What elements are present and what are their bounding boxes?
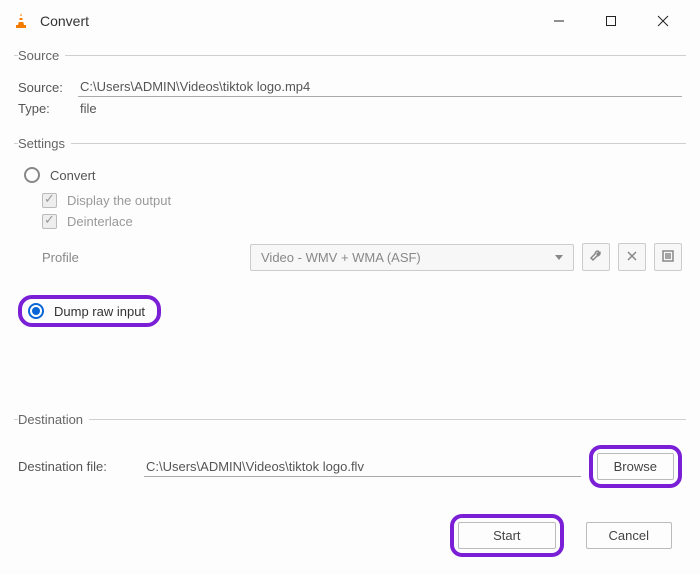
content-area: Source Source: Type: file Settings Conve… <box>0 42 700 575</box>
display-output-label: Display the output <box>67 193 171 208</box>
source-group: Source Source: Type: file <box>14 48 686 130</box>
wrench-icon <box>589 249 603 266</box>
profile-value: Video - WMV + WMA (ASF) <box>261 250 421 265</box>
profile-delete-button[interactable] <box>618 243 646 271</box>
deinterlace-label: Deinterlace <box>67 214 133 229</box>
close-button[interactable] <box>646 7 680 35</box>
browse-highlight: Browse <box>589 445 682 488</box>
deinterlace-row[interactable]: Deinterlace <box>42 214 682 229</box>
cancel-button[interactable]: Cancel <box>586 522 672 549</box>
destination-label: Destination file: <box>18 459 136 474</box>
convert-radio-label: Convert <box>50 168 96 183</box>
start-highlight: Start <box>450 514 563 557</box>
type-value: file <box>78 101 97 116</box>
profile-edit-button[interactable] <box>582 243 610 271</box>
type-label: Type: <box>18 101 78 116</box>
maximize-button[interactable] <box>594 7 628 35</box>
source-input[interactable] <box>78 77 682 97</box>
settings-legend: Settings <box>18 136 71 151</box>
browse-button[interactable]: Browse <box>597 453 674 480</box>
destination-group: Destination Destination file: Browse <box>14 412 686 502</box>
source-label: Source: <box>18 80 78 95</box>
dump-raw-label: Dump raw input <box>54 304 145 319</box>
deinterlace-checkbox[interactable] <box>42 214 57 229</box>
settings-group: Settings Convert Display the output Dein… <box>14 136 686 406</box>
profile-new-button[interactable] <box>654 243 682 271</box>
new-profile-icon <box>661 249 675 266</box>
dump-raw-radio[interactable] <box>28 303 44 319</box>
minimize-button[interactable] <box>542 7 576 35</box>
profile-label: Profile <box>42 250 242 265</box>
window-title: Convert <box>40 13 542 29</box>
display-output-row[interactable]: Display the output <box>42 193 682 208</box>
vlc-cone-icon <box>12 12 30 30</box>
titlebar: Convert <box>0 0 700 42</box>
destination-input[interactable] <box>144 457 581 477</box>
profile-dropdown[interactable]: Video - WMV + WMA (ASF) <box>250 244 574 271</box>
source-legend: Source <box>18 48 65 63</box>
convert-radio[interactable] <box>24 167 40 183</box>
destination-legend: Destination <box>18 412 89 427</box>
display-output-checkbox[interactable] <box>42 193 57 208</box>
dump-raw-radio-row[interactable]: Dump raw input <box>28 303 145 319</box>
start-button[interactable]: Start <box>458 522 555 549</box>
dialog-footer: Start Cancel <box>14 502 686 565</box>
x-icon <box>625 249 639 266</box>
window-controls <box>542 7 700 35</box>
convert-window: Convert Source Source: Type: file <box>0 0 700 575</box>
convert-radio-row[interactable]: Convert <box>24 167 682 183</box>
dump-raw-highlight: Dump raw input <box>18 295 161 327</box>
